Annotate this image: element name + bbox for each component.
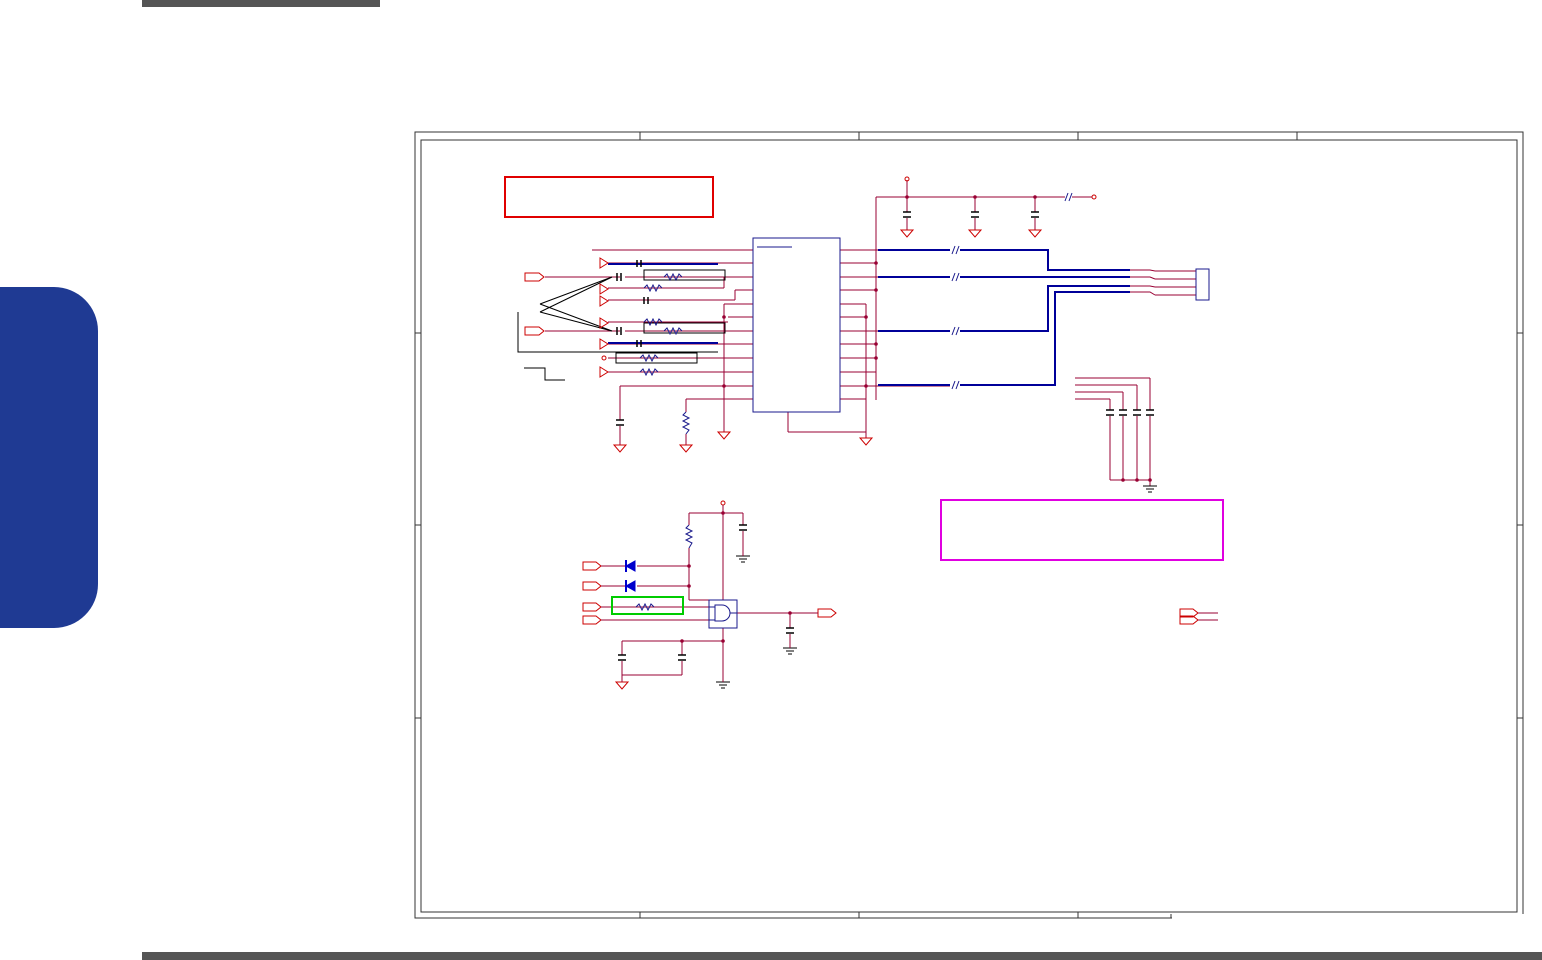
capacitors-upper [616,211,1154,426]
logic-gate [708,599,738,629]
note-box-magenta [940,499,1224,561]
note-box-red [504,176,714,218]
ground-symbols-black [716,485,1157,689]
power-dots [601,176,1097,506]
highlight-box-green [611,596,684,615]
connector-fanout [1130,269,1156,296]
diodes [624,560,636,592]
junction-dots [680,195,1152,643]
pullup-resistor [684,524,694,549]
resistor-packs [615,269,726,364]
annotation-lines [517,276,718,381]
codec-chip [752,237,841,413]
lower-components [618,524,794,661]
lower-wires [601,505,1218,682]
schematic-diagram [414,131,1542,922]
connector [1195,268,1210,301]
